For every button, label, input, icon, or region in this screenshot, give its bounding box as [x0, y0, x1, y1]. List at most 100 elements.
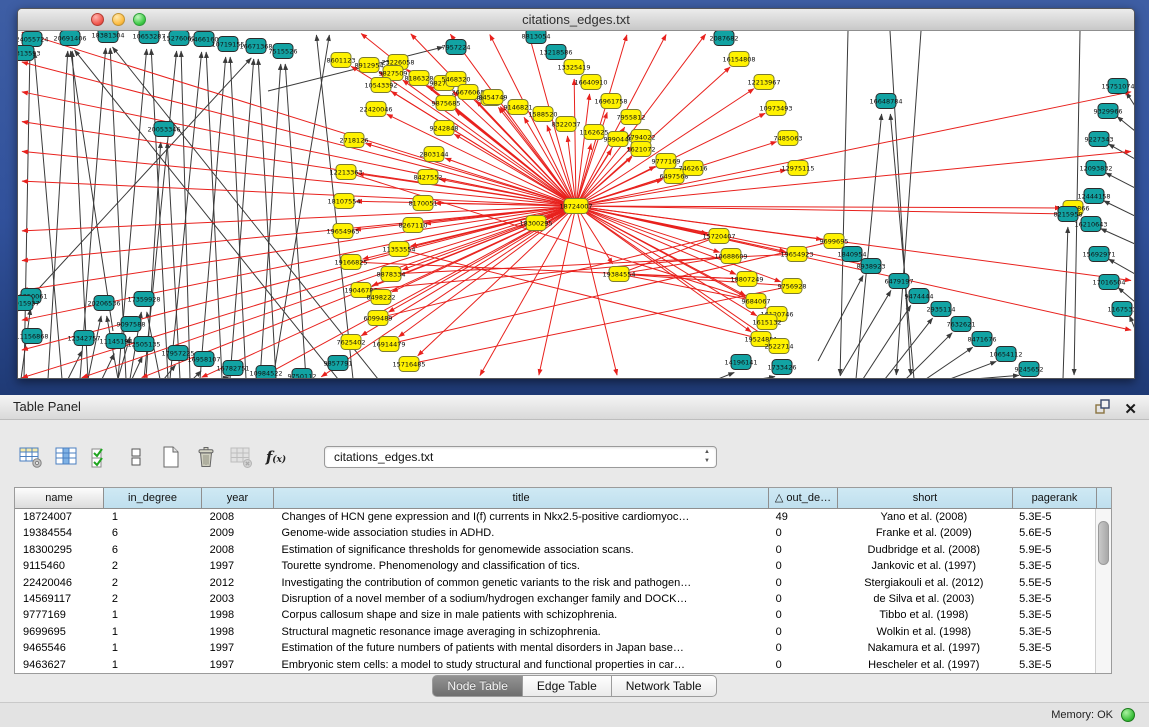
- node-label: 16958107: [187, 355, 220, 363]
- node-label: 9756928: [778, 282, 807, 290]
- scrollbar-thumb[interactable]: [1098, 521, 1109, 565]
- table-row[interactable]: 911546021997Tourette syndrome. Phenomeno…: [15, 558, 1095, 574]
- stacked-squares-icon[interactable]: [123, 444, 149, 470]
- cell: Jankovic et al. (1997): [836, 558, 1011, 574]
- node-label: 16154808: [722, 55, 755, 63]
- cell: 1: [104, 607, 202, 623]
- column-header-name[interactable]: name: [15, 488, 104, 508]
- node-label: 20691406: [53, 34, 86, 42]
- table-header-row: namein_degreeyeartitle△ out_de…shortpage…: [15, 488, 1111, 509]
- trash-icon[interactable]: [193, 444, 219, 470]
- new-document-icon[interactable]: [158, 444, 184, 470]
- column-header-year[interactable]: year: [202, 488, 274, 508]
- checklist-icon[interactable]: [88, 444, 114, 470]
- close-window-button[interactable]: [91, 13, 104, 26]
- column-header-in_degree[interactable]: in_degree: [104, 488, 202, 508]
- column-header-short[interactable]: short: [838, 488, 1013, 508]
- node-label: 15720407: [702, 232, 735, 240]
- show-column-icon[interactable]: [53, 444, 79, 470]
- node-label: 13325419: [557, 63, 590, 71]
- vertical-scrollbar[interactable]: [1095, 509, 1111, 673]
- cell: 6: [104, 542, 202, 558]
- minimize-window-button[interactable]: [112, 13, 125, 26]
- table-selector[interactable]: citations_edges.txt ▲▼: [324, 446, 717, 468]
- citation-network-graph[interactable]: 1872400786011238912954232260589827509818…: [18, 31, 1135, 379]
- network-canvas[interactable]: 1872400786011238912954232260589827509818…: [18, 31, 1135, 379]
- cell: 0: [768, 525, 837, 541]
- window-titlebar[interactable]: citations_edges.txt: [18, 9, 1134, 31]
- cell: Investigating the contribution of common…: [274, 575, 768, 591]
- node-label: 8878334: [377, 270, 406, 278]
- cell: Structural magnetic resonance image aver…: [274, 624, 768, 640]
- column-header-pagerank[interactable]: pagerank: [1013, 488, 1097, 508]
- node-label: 15692971: [1082, 250, 1115, 258]
- node-label: 15716485: [392, 360, 425, 368]
- node-label: 9777169: [652, 157, 681, 165]
- column-header-title[interactable]: title: [274, 488, 769, 508]
- node-label: 19384554: [602, 270, 635, 278]
- table-row[interactable]: 946362711997Embryonic stem cells: a mode…: [15, 657, 1095, 673]
- node-label: 20053346: [147, 125, 180, 133]
- node-label: 7462616: [679, 164, 708, 172]
- cell: 0: [768, 640, 837, 656]
- table-panel: Table Panel ✕ f(x) c: [0, 395, 1149, 727]
- table-row[interactable]: 977716911998Corpus callosum shape and si…: [15, 607, 1095, 623]
- cell: 0: [768, 624, 837, 640]
- table-row[interactable]: 946554611997Estimation of the future num…: [15, 640, 1095, 656]
- node-label: 12213967: [747, 78, 780, 86]
- node-label: 9875685: [432, 99, 461, 107]
- tab-edge-table[interactable]: Edge Table: [523, 675, 612, 697]
- table-row[interactable]: 1872400712008Changes of HCN gene express…: [15, 509, 1095, 525]
- cell: Changes of HCN gene expression and I(f) …: [274, 509, 768, 525]
- node-label: 16914479: [372, 340, 405, 348]
- cell: 1: [104, 640, 202, 656]
- node-label: 12342757: [67, 334, 100, 342]
- node-label: 10653287: [132, 32, 165, 40]
- node-label: 8267110: [399, 221, 428, 229]
- cell: 9115460: [15, 558, 104, 574]
- cell: Estimation of the future numbers of pati…: [274, 640, 768, 656]
- delete-table-icon[interactable]: [228, 444, 254, 470]
- cell: 5.6E-5: [1011, 525, 1095, 541]
- node-label: 9097588: [117, 320, 146, 328]
- cell: Tibbo et al. (1998): [836, 607, 1011, 623]
- node-label: 8813054: [522, 32, 551, 40]
- node-label: 8601123: [327, 56, 356, 64]
- node-label: 16210643: [1074, 220, 1107, 228]
- node-label: 16648784: [869, 97, 902, 105]
- node-label: 19313593: [18, 49, 41, 57]
- cell: 2012: [202, 575, 274, 591]
- cell: 18300295: [15, 542, 104, 558]
- table-row[interactable]: 2242004622012Investigating the contribut…: [15, 575, 1095, 591]
- node-label: 10973493: [759, 104, 792, 112]
- network-view-window[interactable]: citations_edges.txt 18724007860112389129…: [17, 8, 1135, 379]
- cell: Hescheler et al. (1997): [836, 657, 1011, 673]
- node-label: 1615132: [753, 318, 782, 326]
- node-label: 7515526: [269, 47, 298, 55]
- cell: 18724007: [15, 509, 104, 525]
- table-row[interactable]: 969969511998Structural magnetic resonanc…: [15, 624, 1095, 640]
- zoom-window-button[interactable]: [133, 13, 146, 26]
- cell: 0: [768, 657, 837, 673]
- cell: 0: [768, 558, 837, 574]
- table-row[interactable]: 1456911722003Disruption of a novel membe…: [15, 591, 1095, 607]
- function-icon[interactable]: f(x): [263, 444, 289, 470]
- node-label: 10543392: [364, 81, 397, 89]
- cell: Stergiakouli et al. (2012): [836, 575, 1011, 591]
- table-row[interactable]: 1938455462009Genome-wide association stu…: [15, 525, 1095, 541]
- table-tabs: Node TableEdge TableNetwork Table: [0, 675, 1149, 697]
- node-label: 11353554: [382, 245, 415, 253]
- float-panel-icon[interactable]: [1094, 398, 1112, 421]
- tab-network-table[interactable]: Network Table: [612, 675, 717, 697]
- cell: Franke et al. (2009): [836, 525, 1011, 541]
- table-settings-icon[interactable]: [18, 444, 44, 470]
- close-panel-icon[interactable]: ✕: [1124, 401, 1137, 419]
- table-selector-value: citations_edges.txt: [334, 450, 433, 464]
- cell: 2: [104, 591, 202, 607]
- table-row[interactable]: 1830029562008Estimation of significance …: [15, 542, 1095, 558]
- column-header-out_de[interactable]: △ out_de…: [769, 488, 838, 508]
- tab-node-table[interactable]: Node Table: [432, 675, 523, 697]
- node-label: 9699695: [820, 237, 849, 245]
- table-body: 1872400712008Changes of HCN gene express…: [15, 509, 1095, 673]
- node-label: 2522714: [765, 342, 794, 350]
